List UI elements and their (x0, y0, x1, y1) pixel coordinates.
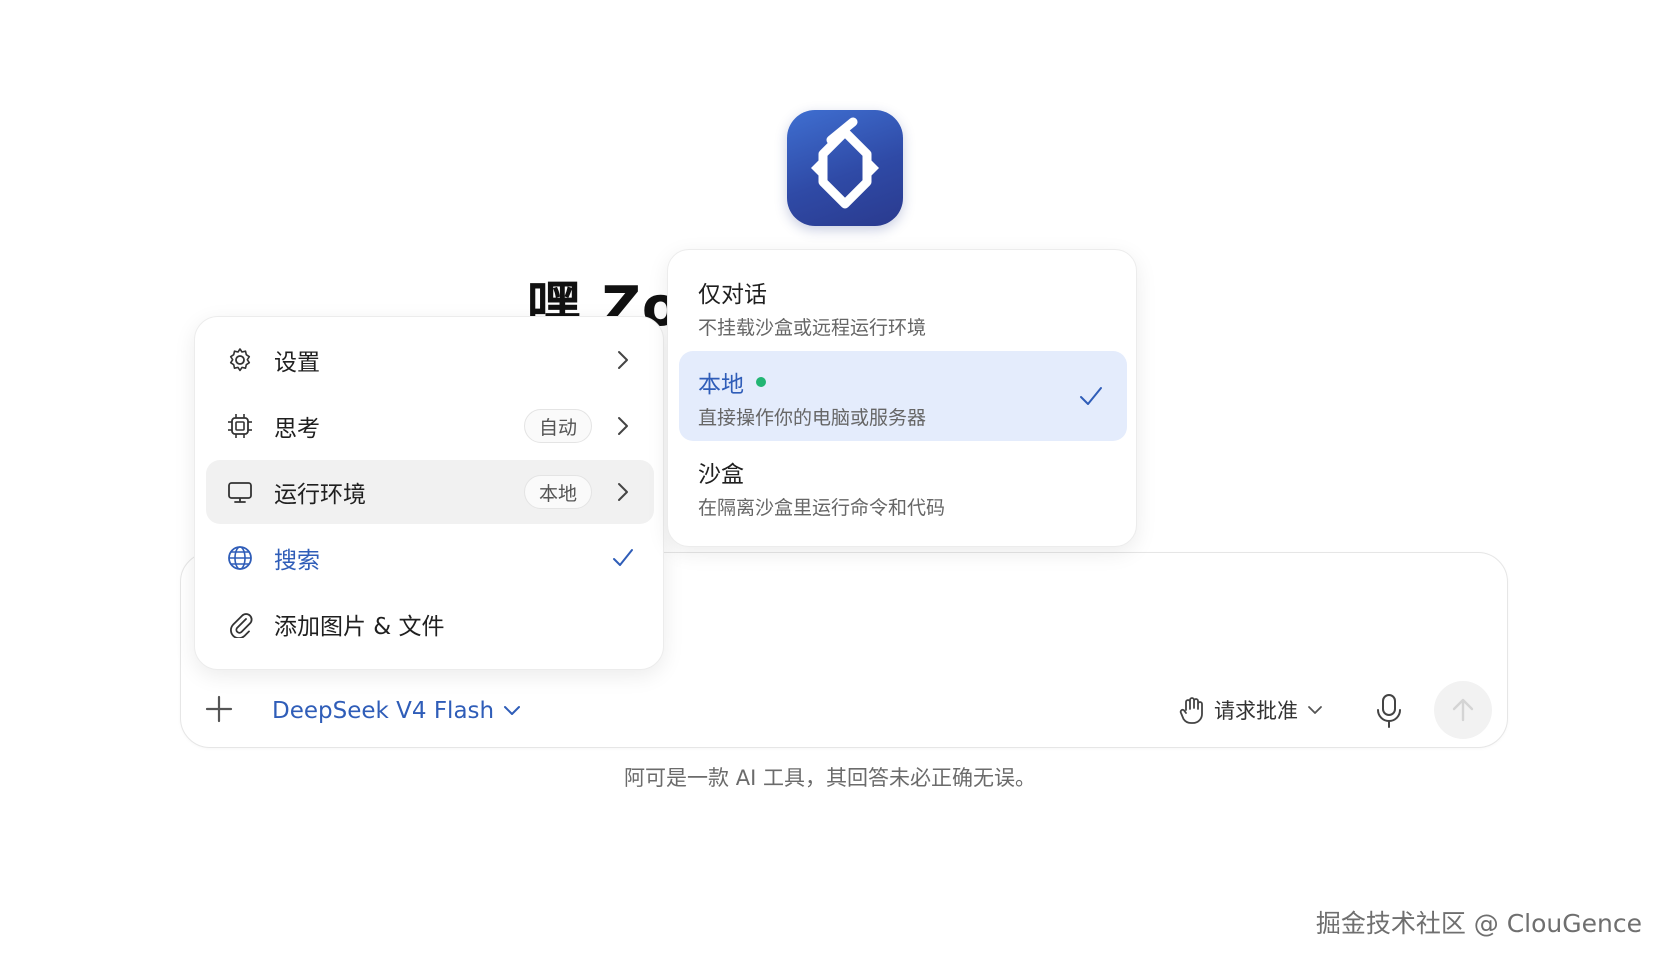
app-window: 嘿 Zoe DeepSeek V4 Flash 请求批准 阿可是一款 AI 工具… (0, 0, 1660, 958)
env-option-description: 在隔离沙盒里运行命令和代码 (698, 497, 946, 519)
env-option-local[interactable]: 本地 直接操作你的电脑或服务器 (679, 351, 1127, 441)
menu-item-label: 运行环境 (274, 482, 366, 508)
plus-icon (205, 695, 233, 723)
logo-mark-icon (811, 117, 879, 209)
model-selector[interactable]: DeepSeek V4 Flash (272, 694, 522, 728)
online-status-dot (756, 377, 766, 387)
watermark-text: 掘金技术社区 @ ClouGence (1315, 909, 1642, 938)
send-button[interactable] (1434, 681, 1492, 739)
env-option-description: 不挂载沙盒或远程运行环境 (698, 317, 927, 339)
menu-item-attach-files[interactable]: 添加图片 & 文件 (206, 592, 654, 656)
disclaimer-text: 阿可是一款 AI 工具，其回答未必正确无误。 (624, 766, 1036, 790)
app-logo (787, 110, 903, 226)
plus-menu: 设置 思考 自动 运行环境 本地 搜索 添加图片 & 文件 (194, 316, 664, 670)
chip-icon (228, 414, 252, 438)
chevron-down-icon (1308, 706, 1322, 714)
menu-item-label: 添加图片 & 文件 (274, 614, 445, 640)
chevron-right-icon (618, 483, 628, 501)
env-option-title: 仅对话 (698, 275, 767, 309)
check-icon (1080, 387, 1102, 405)
gear-icon (229, 348, 251, 372)
menu-item-label: 思考 (274, 416, 320, 442)
approval-mode-selector[interactable]: 请求批准 (1178, 692, 1324, 728)
globe-icon (228, 546, 252, 570)
menu-item-label: 搜索 (274, 548, 320, 574)
env-option-description: 直接操作你的电脑或服务器 (698, 407, 927, 429)
menu-item-runtime-environment[interactable]: 运行环境 本地 (206, 460, 654, 524)
env-option-chat-only[interactable]: 仅对话 不挂载沙盒或远程运行环境 (679, 261, 1127, 351)
env-option-title-text: 仅对话 (698, 282, 767, 308)
arrow-up-icon (1452, 698, 1474, 722)
chevron-down-icon (504, 706, 521, 715)
paperclip-icon (230, 613, 253, 638)
hand-icon (1179, 697, 1203, 724)
menu-item-search[interactable]: 搜索 (206, 526, 654, 590)
chevron-right-icon (618, 351, 628, 369)
env-option-title-text: 本地 (698, 372, 744, 398)
approval-mode-label: 请求批准 (1214, 699, 1298, 723)
runtime-environment-badge: 本地 (523, 475, 592, 509)
env-option-title: 本地 (698, 365, 766, 399)
monitor-icon (228, 482, 252, 503)
add-button[interactable] (202, 692, 236, 726)
model-selector-label: DeepSeek V4 Flash (272, 698, 495, 724)
thinking-mode-badge: 自动 (523, 409, 592, 443)
env-option-sandbox[interactable]: 沙盒 在隔离沙盒里运行命令和代码 (679, 441, 1127, 531)
runtime-environment-submenu: 仅对话 不挂载沙盒或远程运行环境 本地 直接操作你的电脑或服务器 沙盒 在隔离沙… (667, 249, 1137, 547)
check-icon (613, 549, 633, 566)
menu-item-settings[interactable]: 设置 (206, 328, 654, 392)
voice-input-button[interactable] (1372, 692, 1406, 730)
microphone-icon (1377, 694, 1401, 728)
menu-item-label: 设置 (274, 350, 320, 376)
menu-item-thinking[interactable]: 思考 自动 (206, 394, 654, 458)
env-option-title-text: 沙盒 (698, 462, 744, 488)
chevron-right-icon (618, 417, 628, 435)
env-option-title: 沙盒 (698, 455, 744, 489)
